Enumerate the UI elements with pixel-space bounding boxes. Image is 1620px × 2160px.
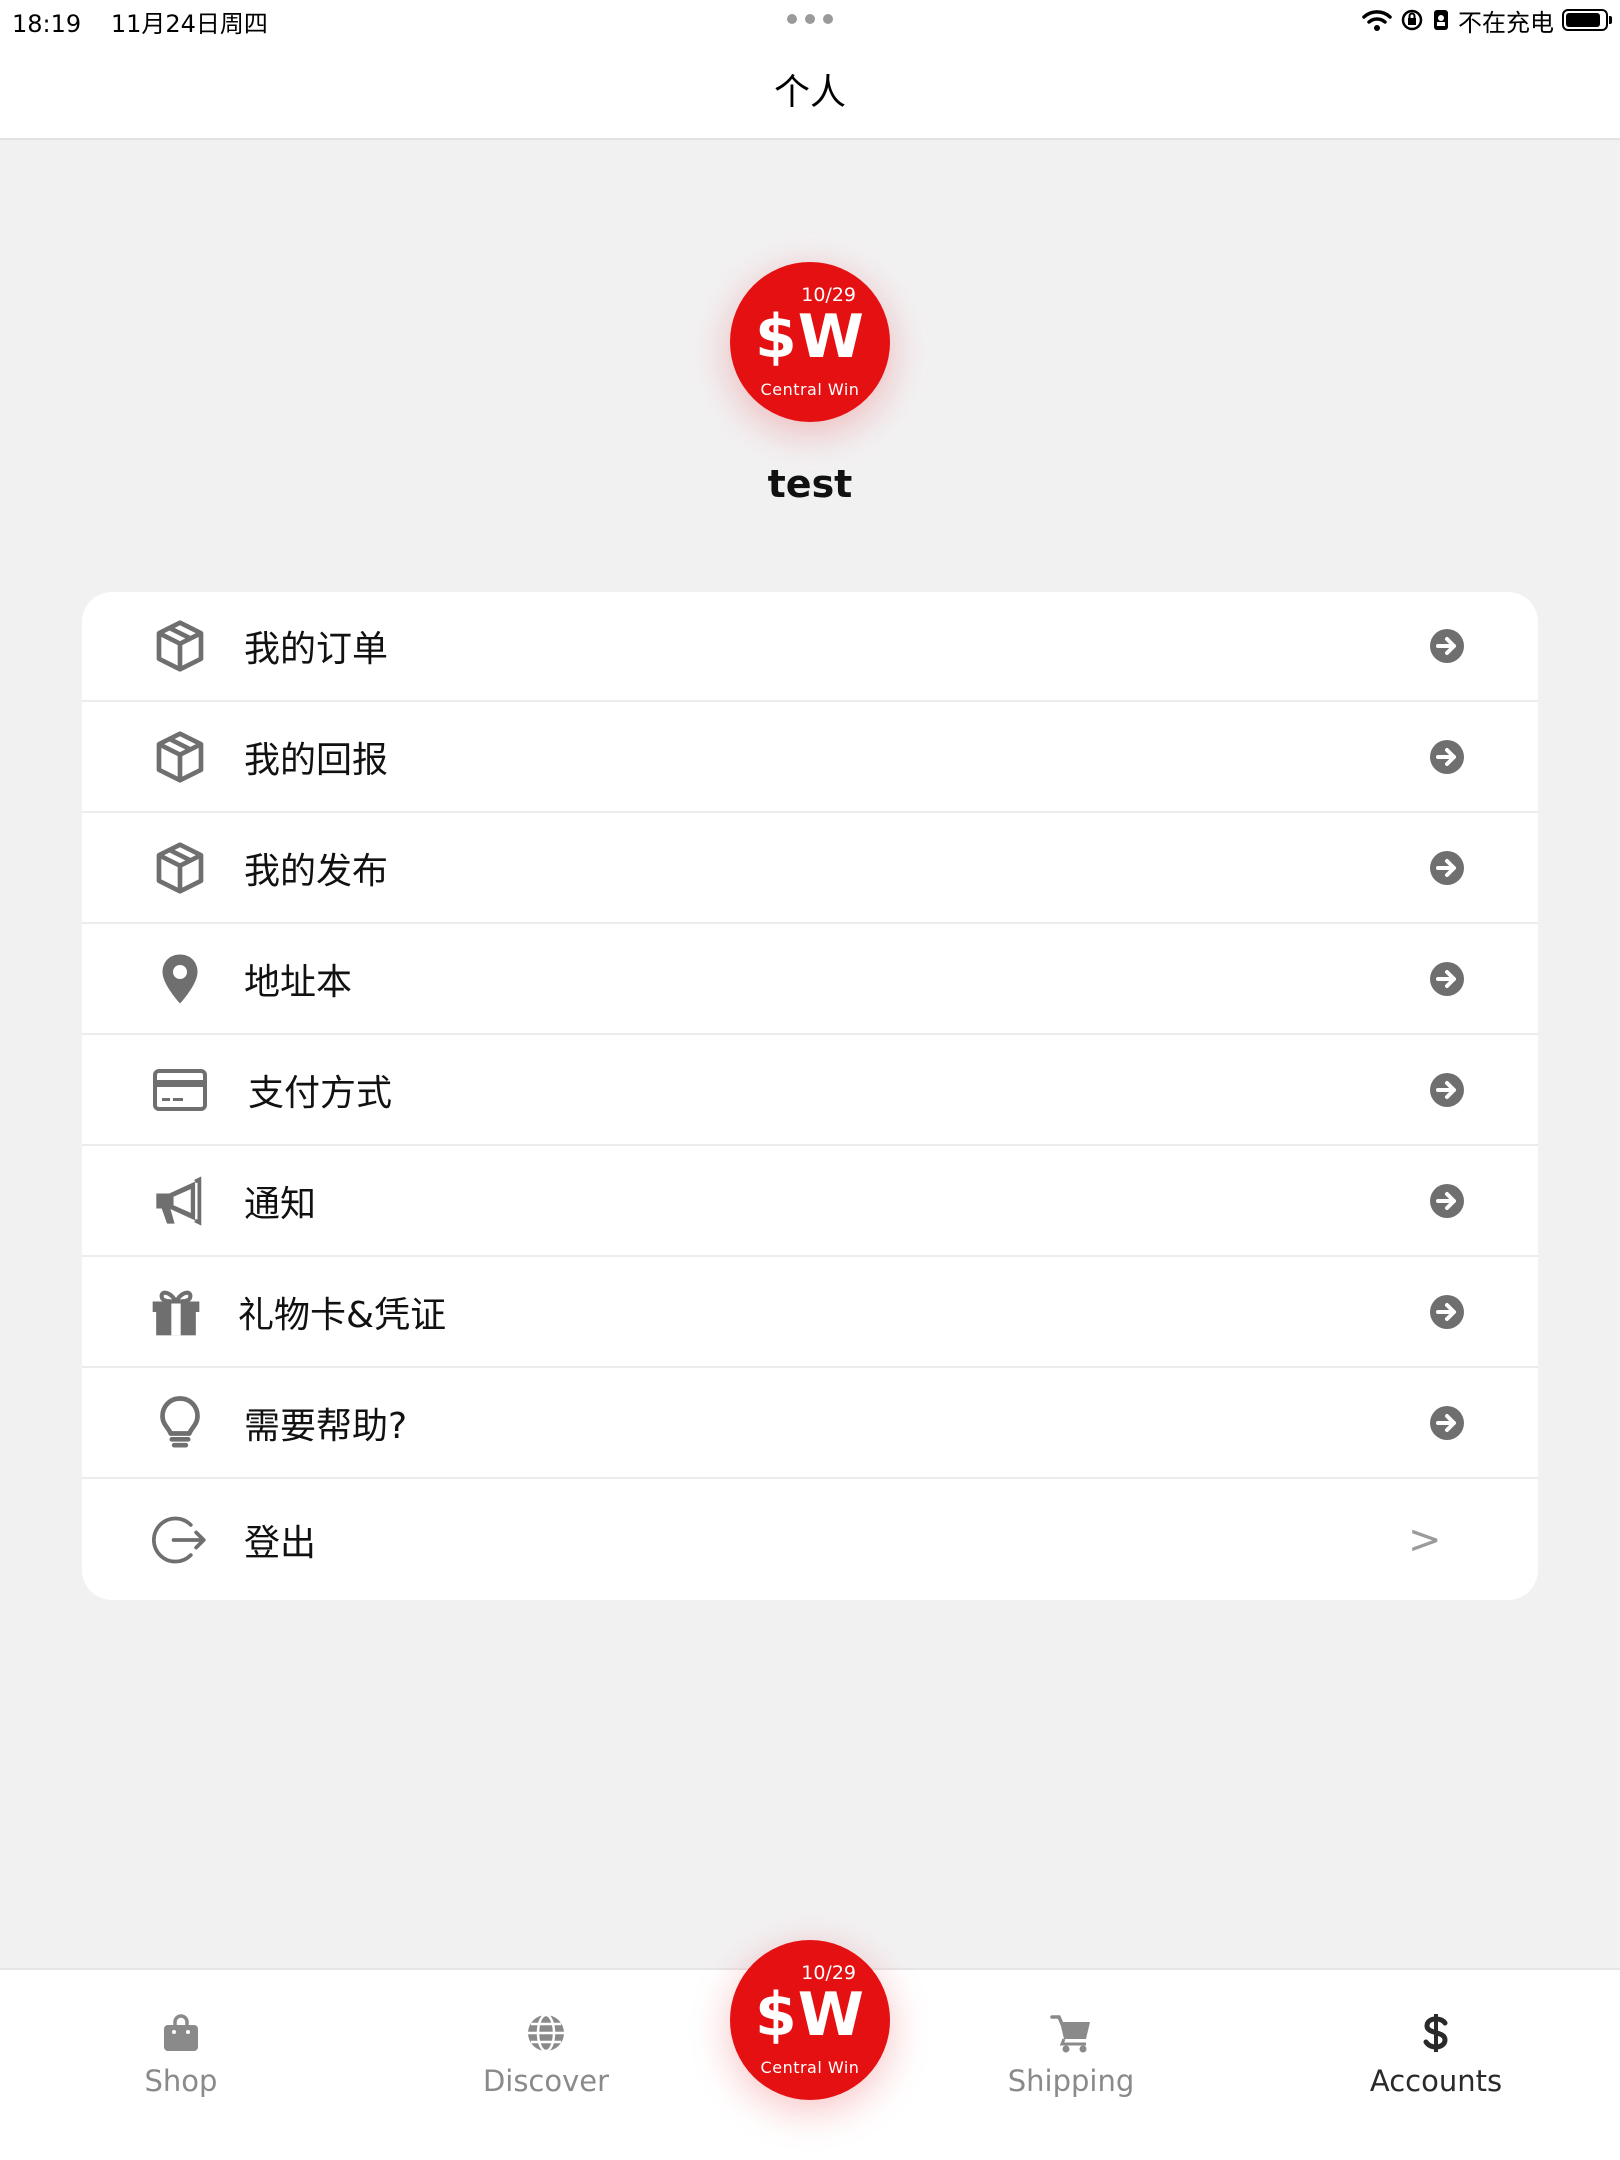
portrait-lock-icon xyxy=(1434,10,1448,30)
credit-card-icon xyxy=(152,1062,208,1118)
megaphone-icon xyxy=(152,1173,208,1229)
status-time: 18:19 xyxy=(12,10,82,38)
tab-label: Shipping xyxy=(1007,2064,1135,2098)
arrow-circle-right-icon xyxy=(1430,962,1464,996)
logo-brand-name: Central Win xyxy=(760,2058,860,2077)
tab-center-logo-button[interactable]: 10/29 $W Central Win xyxy=(730,1940,890,2100)
globe-icon xyxy=(528,2013,564,2053)
page-title: 个人 xyxy=(773,72,846,113)
package-icon xyxy=(152,840,208,896)
package-icon xyxy=(152,729,208,785)
orientation-lock-icon xyxy=(1401,9,1423,31)
menu-item-label: 礼物卡&凭证 xyxy=(238,1295,447,1336)
arrow-circle-right-icon xyxy=(1430,851,1464,885)
lightbulb-icon xyxy=(152,1395,208,1451)
gift-icon xyxy=(148,1284,204,1340)
profile-username: test xyxy=(767,462,853,506)
status-time-date: 18:19 11月24日周四 xyxy=(12,4,290,39)
package-icon xyxy=(152,618,208,674)
chevron-right-icon: > xyxy=(1408,1517,1442,1563)
status-indicators: 不在充电 xyxy=(1362,4,1612,37)
menu-item-my-posts[interactable]: 我的发布 xyxy=(82,814,1538,924)
menu-item-help[interactable]: 需要帮助? xyxy=(82,1369,1538,1479)
menu-item-address-book[interactable]: 地址本 xyxy=(82,925,1538,1035)
battery-icon xyxy=(1562,9,1612,31)
status-bar: 18:19 11月24日周四 不在充电 xyxy=(0,0,1620,40)
navigation-bar: 个人 xyxy=(0,40,1620,140)
wifi-icon xyxy=(1362,10,1392,31)
menu-item-label: 我的发布 xyxy=(244,851,389,892)
arrow-circle-right-icon xyxy=(1430,629,1464,663)
charging-status-text: 不在充电 xyxy=(1458,8,1554,37)
multitasking-dots-icon[interactable] xyxy=(787,14,833,26)
battery-level xyxy=(1566,13,1601,27)
logo-brand-name: Central Win xyxy=(760,380,860,399)
tab-discover[interactable]: Discover xyxy=(446,2012,646,2098)
menu-item-label: 支付方式 xyxy=(248,1073,393,1114)
tab-label: Accounts xyxy=(1369,2064,1503,2098)
menu-item-notifications[interactable]: 通知 xyxy=(82,1147,1538,1257)
menu-item-label: 登出 xyxy=(244,1523,317,1564)
account-menu: 我的订单 我的回报 我的发布 地址本 支付方式 通知 礼物卡&凭证 需要帮助? … xyxy=(82,592,1538,1600)
tab-label: Discover xyxy=(482,2064,610,2098)
menu-item-label: 通知 xyxy=(244,1184,317,1225)
menu-item-my-orders[interactable]: 我的订单 xyxy=(82,592,1538,702)
tab-shipping[interactable]: Shipping xyxy=(971,2012,1171,2098)
menu-item-payment-methods[interactable]: 支付方式 xyxy=(82,1036,1538,1146)
arrow-circle-right-icon xyxy=(1430,1295,1464,1329)
status-date: 11月24日周四 xyxy=(110,10,268,38)
menu-item-gift-cards-vouchers[interactable]: 礼物卡&凭证 xyxy=(82,1258,1538,1368)
menu-item-label: 我的回报 xyxy=(244,740,389,781)
tab-accounts[interactable]: Accounts xyxy=(1336,2012,1536,2098)
arrow-circle-right-icon xyxy=(1430,1073,1464,1107)
cart-icon xyxy=(1050,2015,1090,2053)
menu-item-label: 地址本 xyxy=(244,962,353,1003)
shopping-bag-icon xyxy=(164,2014,198,2051)
tab-label: Shop xyxy=(144,2064,218,2098)
logo-mark: $W xyxy=(755,1980,865,2050)
tab-shop[interactable]: Shop xyxy=(81,2012,281,2098)
arrow-circle-right-icon xyxy=(1430,1406,1464,1440)
arrow-circle-right-icon xyxy=(1430,740,1464,774)
menu-item-my-returns[interactable]: 我的回报 xyxy=(82,703,1538,813)
dollar-icon xyxy=(1423,2014,1448,2052)
menu-item-label: 需要帮助? xyxy=(244,1406,408,1447)
menu-item-label: 我的订单 xyxy=(244,629,389,670)
arrow-circle-right-icon xyxy=(1430,1184,1464,1218)
logout-icon xyxy=(152,1512,208,1568)
menu-item-logout[interactable]: 登出 > xyxy=(82,1480,1538,1600)
profile-avatar-logo[interactable]: 10/29 $W Central Win xyxy=(730,262,890,422)
logo-mark: $W xyxy=(755,302,865,372)
map-pin-icon xyxy=(152,951,208,1007)
